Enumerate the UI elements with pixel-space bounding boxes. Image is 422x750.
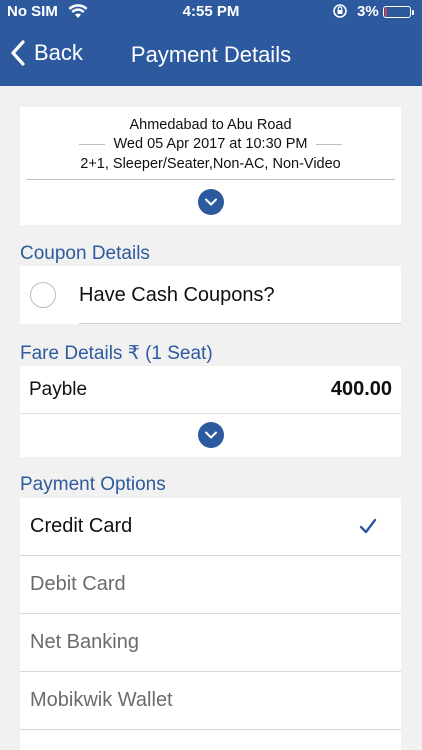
battery-icon [383,6,411,18]
coupon-section-title: Coupon Details [20,243,150,264]
battery-level-fill [385,8,387,16]
battery-percent: 3% [357,3,379,20]
trip-bus-class: 2+1, Sleeper/Seater,Non-AC, Non-Video [80,156,341,172]
divider [20,729,401,730]
expand-trip-button[interactable] [198,189,224,215]
payment-options-list: Credit Card Debit Card Net Banking Mobik… [20,498,401,750]
payment-option-label: Net Banking [30,631,139,653]
expand-fare-button[interactable] [198,422,224,448]
coupon-radio[interactable] [30,282,56,308]
coupon-label: Have Cash Coupons? [79,284,275,306]
divider [79,323,401,324]
trip-date-row: Wed 05 Apr 2017 at 10:30 PM [20,136,401,152]
divider [20,413,401,414]
battery-tip [412,10,414,15]
payment-option-net-banking[interactable]: Net Banking [20,614,401,672]
coupon-row[interactable]: Have Cash Coupons? [20,266,401,324]
payment-section-title: Payment Options [20,474,166,495]
status-bar: No SIM 4:55 PM 3% [0,0,422,24]
fare-card: Payble 400.00 [20,366,401,457]
divider [26,179,395,180]
fare-section-title: Fare Details ₹ (1 Seat) [20,343,213,364]
nav-header: No SIM 4:55 PM 3% Payment Details Back [0,0,422,86]
payment-option-label: Credit Card [30,515,133,537]
chevron-left-icon [11,40,25,66]
payment-option-debit-card[interactable]: Debit Card [20,556,401,614]
chevron-down-icon [205,198,217,206]
back-label: Back [34,40,83,65]
trip-date: Wed 05 Apr 2017 at 10:30 PM [113,136,308,152]
trip-route: Ahmedabad to Abu Road [129,117,292,133]
payment-option-label: Debit Card [30,573,126,595]
rotation-lock-icon [333,4,347,18]
trip-summary-card: Ahmedabad to Abu Road Wed 05 Apr 2017 at… [20,107,401,225]
checkmark-icon [359,518,377,534]
divider [79,143,106,145]
divider [315,143,342,145]
payment-option-credit-card[interactable]: Credit Card [20,498,401,556]
chevron-down-icon [205,431,217,439]
back-button[interactable]: Back [10,36,83,70]
payment-option-label: Mobikwik Wallet [30,689,173,711]
payment-option-mobikwik-wallet[interactable]: Mobikwik Wallet [20,672,401,730]
fare-amount: 400.00 [330,378,392,400]
fare-label: Payble [29,379,88,400]
page-title-text: Payment Details [130,42,292,67]
